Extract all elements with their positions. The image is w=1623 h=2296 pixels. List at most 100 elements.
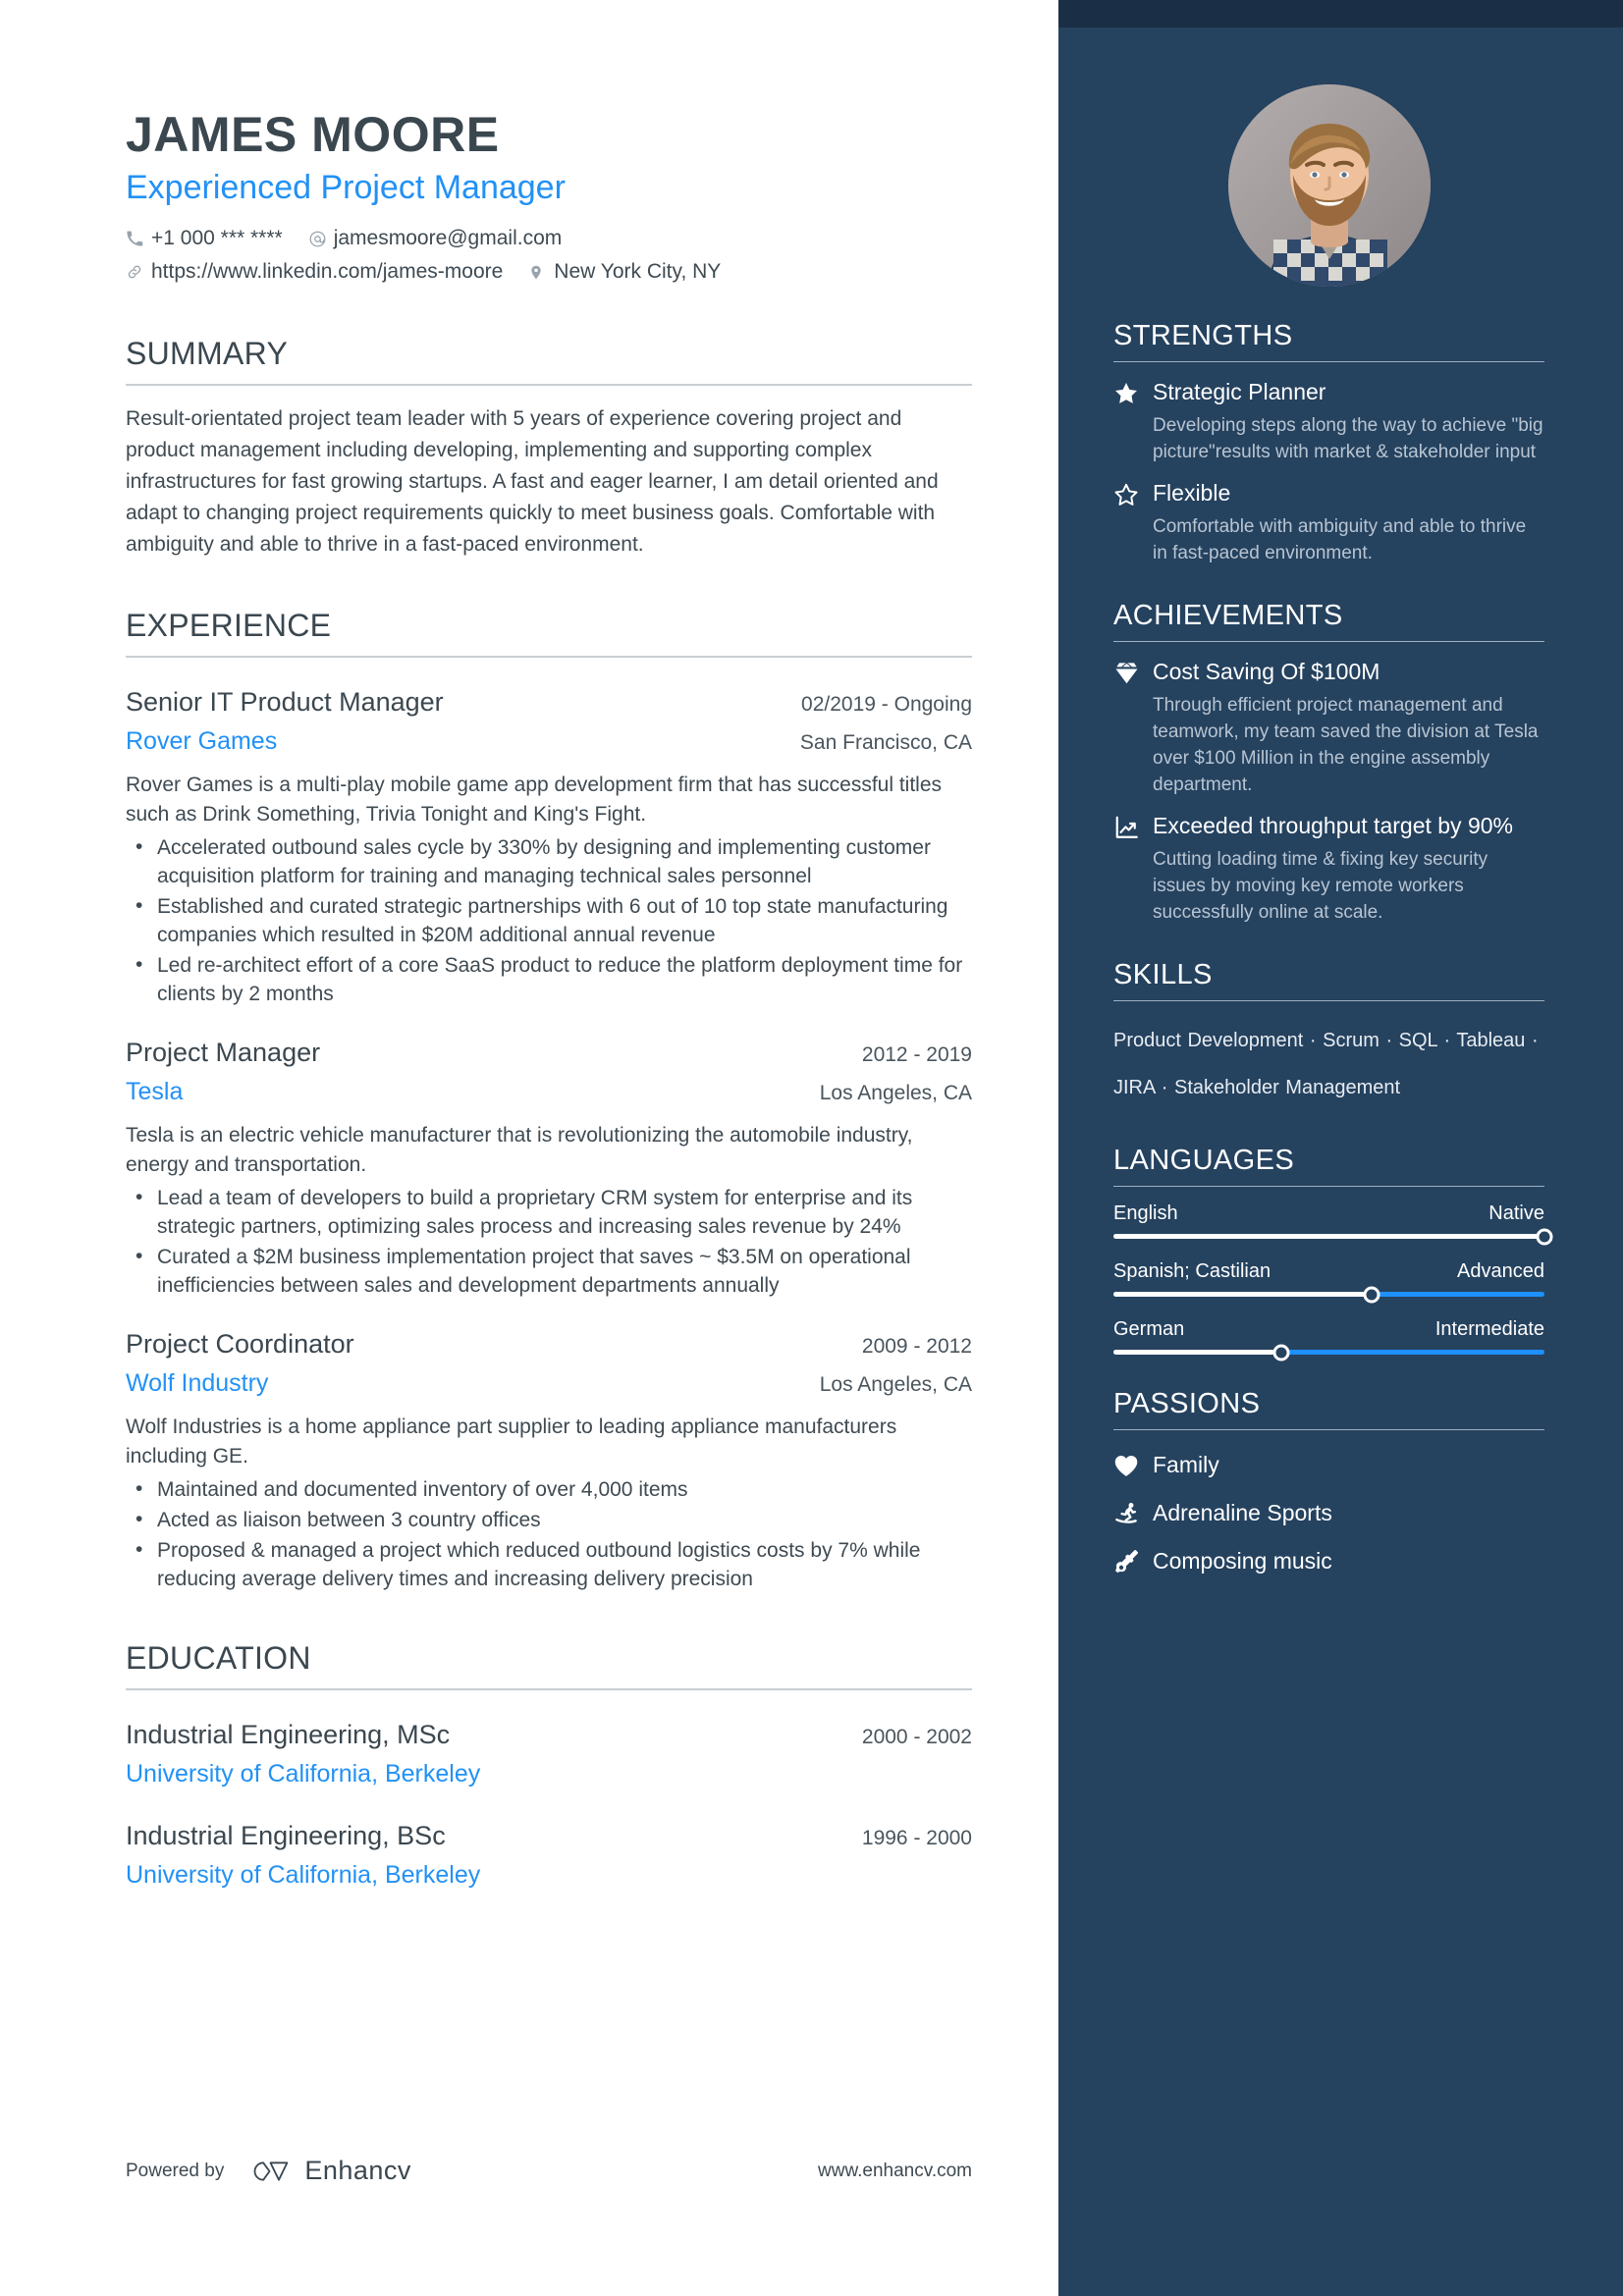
job-bullet: Established and curated strategic partne… [126, 891, 972, 949]
achievement-item: Cost Saving Of $100M Through efficient p… [1113, 658, 1544, 798]
languages-divider [1113, 1186, 1544, 1187]
footer-url[interactable]: www.enhancv.com [818, 2161, 972, 2182]
page-title: JAMES MOORE [126, 107, 500, 162]
job-bullet: Maintained and documented inventory of o… [126, 1474, 972, 1504]
strengths-divider [1113, 361, 1544, 362]
summary-heading: SUMMARY [126, 336, 289, 371]
job-bullet: Accelerated outbound sales cycle by 330%… [126, 832, 972, 890]
language-level: Advanced [1457, 1260, 1544, 1282]
strengths-heading: STRENGTHS [1113, 320, 1293, 351]
star-filled-icon [1113, 378, 1153, 465]
experience-org-row: Rover Games San Francisco, CA [126, 723, 972, 761]
job-date: 2012 - 2019 [861, 1043, 972, 1066]
job-description: Tesla is an electric vehicle manufacture… [126, 1124, 913, 1176]
education-degree: Industrial Engineering, BSc [126, 1821, 446, 1850]
job-location: Los Angeles, CA [819, 1373, 972, 1396]
job-location: San Francisco, CA [799, 731, 972, 754]
strength-description: Developing steps along the way to achiev… [1153, 415, 1543, 462]
resume-page: JAMES MOORE Experienced Project Manager … [0, 0, 1623, 2296]
section-languages: LANGUAGES English Native Spanish; Castil… [1113, 1145, 1553, 1361]
skills-heading: SKILLS [1113, 959, 1213, 990]
language-item: Spanish; Castilian Advanced [1113, 1260, 1544, 1303]
language-slider-knob[interactable] [1272, 1344, 1290, 1361]
language-slider-knob[interactable] [1363, 1286, 1380, 1303]
job-bullets: Maintained and documented inventory of o… [126, 1474, 972, 1593]
infinity-icon [249, 2158, 293, 2185]
achievement-body: Exceeded throughput target by 90% Cuttin… [1153, 812, 1544, 926]
language-slider[interactable] [1113, 1228, 1553, 1245]
footer-brand-block: Powered by Enhancv [126, 2156, 411, 2186]
achievements-divider [1113, 641, 1544, 642]
passion-item: Adrenaline Sports [1113, 1500, 1544, 1526]
diamond-icon [1113, 658, 1153, 798]
contact-email: jamesmoore@gmail.com [308, 222, 562, 255]
section-strengths: STRENGTHS Strategic Planner Developing s… [1113, 320, 1544, 566]
section-education: EDUCATION Industrial Engineering, MSc 20… [126, 1640, 972, 1893]
strength-description: Comfortable with ambiguity and able to t… [1153, 516, 1527, 563]
section-passions: PASSIONS Family Adrenaline Sports Compos… [1113, 1388, 1544, 1575]
education-degree: Industrial Engineering, MSc [126, 1720, 451, 1749]
skills-divider [1113, 1000, 1544, 1001]
education-heading: EDUCATION [126, 1640, 311, 1676]
achievements-heading: ACHIEVEMENTS [1113, 600, 1343, 631]
job-title: Project Manager [126, 1038, 321, 1067]
language-name: English [1113, 1202, 1178, 1224]
job-bullet: Curated a $2M business implementation pr… [126, 1242, 972, 1300]
contact-linkedin: https://www.linkedin.com/james-moore [126, 255, 503, 289]
experience-org-row: Tesla Los Angeles, CA [126, 1074, 972, 1111]
snowboarder-icon [1113, 1501, 1153, 1526]
contact-location-text: New York City, NY [554, 260, 722, 283]
avatar-photo [1227, 84, 1431, 287]
location-icon [528, 263, 554, 282]
experience-entry: Project Coordinator 2009 - 2012 Wolf Ind… [126, 1325, 972, 1593]
avatar-container [1113, 84, 1544, 287]
language-name: German [1113, 1318, 1185, 1340]
footer: Powered by Enhancv www.enhancv.com [126, 2156, 972, 2186]
sidebar-content: STRENGTHS Strategic Planner Developing s… [1058, 0, 1623, 1575]
language-item: German Intermediate [1113, 1318, 1544, 1361]
education-school[interactable]: University of California, Berkeley [126, 1857, 972, 1893]
job-organization[interactable]: Wolf Industry [126, 1365, 268, 1401]
experience-divider [126, 656, 972, 658]
contact-phone: +1 000 *** **** [126, 222, 283, 255]
achievement-item: Exceeded throughput target by 90% Cuttin… [1113, 812, 1544, 926]
achievement-name: Exceeded throughput target by 90% [1153, 813, 1513, 838]
contact-line-1: +1 000 *** **** jamesmoore@gmail.com [126, 222, 972, 255]
email-icon [308, 230, 334, 248]
education-date: 2000 - 2002 [861, 1726, 972, 1748]
link-icon [126, 263, 151, 281]
education-degree-row: Industrial Engineering, BSc 1996 - 2000 [126, 1817, 972, 1857]
passion-label: Family [1153, 1452, 1219, 1477]
brand-name: Enhancv [304, 2156, 411, 2185]
strength-item: Strategic Planner Developing steps along… [1113, 378, 1544, 465]
experience-org-row: Wolf Industry Los Angeles, CA [126, 1365, 972, 1403]
section-summary: SUMMARY Result-orientated project team l… [126, 336, 972, 561]
language-slider[interactable] [1113, 1344, 1544, 1361]
job-date: 02/2019 - Ongoing [801, 693, 972, 716]
job-location: Los Angeles, CA [819, 1082, 972, 1104]
education-school[interactable]: University of California, Berkeley [126, 1756, 972, 1791]
contact-line-2: https://www.linkedin.com/james-moore New… [126, 255, 972, 289]
avatar [1227, 84, 1431, 287]
job-organization[interactable]: Rover Games [126, 723, 277, 759]
experience-title-row: Project Coordinator 2009 - 2012 [126, 1325, 972, 1365]
contact-location: New York City, NY [528, 255, 721, 289]
guitar-icon [1113, 1549, 1153, 1575]
language-slider[interactable] [1113, 1286, 1544, 1303]
passions-divider [1113, 1429, 1544, 1430]
summary-divider [126, 384, 972, 386]
job-description: Rover Games is a multi-play mobile game … [126, 774, 943, 826]
passion-label: Adrenaline Sports [1153, 1500, 1332, 1525]
experience-title-row: Project Manager 2012 - 2019 [126, 1034, 972, 1074]
strength-body: Strategic Planner Developing steps along… [1153, 378, 1544, 465]
education-divider [126, 1688, 972, 1690]
language-row: German Intermediate [1113, 1318, 1544, 1341]
language-name: Spanish; Castilian [1113, 1260, 1271, 1282]
job-organization[interactable]: Tesla [126, 1074, 183, 1109]
education-degree-row: Industrial Engineering, MSc 2000 - 2002 [126, 1716, 972, 1756]
job-title: Senior IT Product Manager [126, 687, 444, 717]
language-slider-knob[interactable] [1536, 1228, 1553, 1245]
job-bullets: Accelerated outbound sales cycle by 330%… [126, 832, 972, 1008]
section-skills: SKILLS Product Development · Scrum · SQL… [1113, 959, 1544, 1111]
phone-icon [126, 230, 151, 247]
